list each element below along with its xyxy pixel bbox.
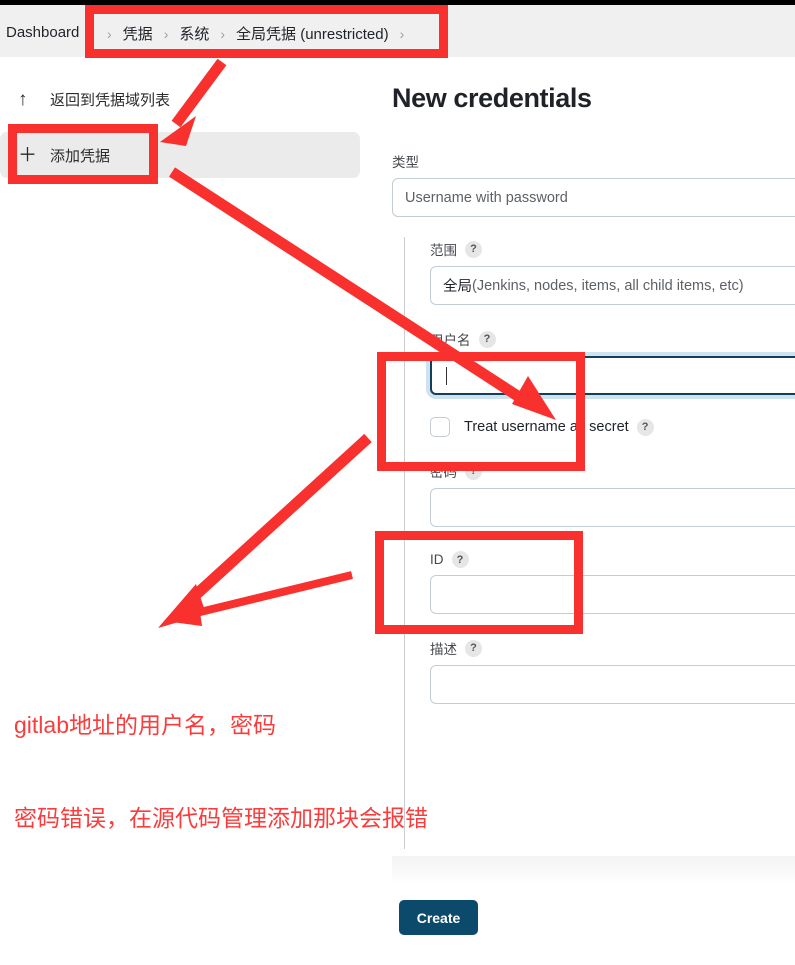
username-field: 用户名 ? — [430, 329, 795, 395]
password-label-text: 密码 — [430, 465, 457, 480]
breadcrumb-item-global-credentials[interactable]: 全局凭据 (unrestricted) — [236, 23, 389, 44]
breadcrumb: › 凭据 › 系统 › 全局凭据 (unrestricted) › — [96, 23, 415, 44]
type-label-text: 类型 — [392, 155, 419, 170]
username-field-label: 用户名 ? — [430, 329, 795, 349]
scope-field: 范围 ? 全局 (Jenkins, nodes, items, all chil… — [430, 239, 795, 305]
scope-field-label: 范围 ? — [430, 239, 795, 259]
help-icon[interactable]: ? — [465, 639, 482, 657]
scope-value-rest: (Jenkins, nodes, items, all child items,… — [472, 277, 744, 294]
credential-type-value: Username with password — [405, 189, 568, 206]
help-icon[interactable]: ? — [636, 418, 654, 436]
plus-icon: ＋ — [18, 144, 38, 166]
credential-details-group: 范围 ? 全局 (Jenkins, nodes, items, all chil… — [404, 237, 795, 849]
sidebar: ↑ 返回到凭据域列表 ＋ 添加凭据 — [0, 70, 360, 178]
breadcrumb-dashboard[interactable]: Dashboard — [6, 24, 79, 41]
breadcrumb-separator-icon: › — [107, 25, 112, 42]
username-input[interactable] — [430, 356, 795, 395]
type-field-label: 类型 — [392, 151, 795, 171]
text-caret — [446, 366, 447, 385]
page-title: New credentials — [392, 83, 592, 113]
sidebar-item-label: 返回到凭据域列表 — [50, 91, 171, 109]
sidebar-item-label: 添加凭据 — [50, 147, 111, 165]
treat-username-as-secret-checkbox[interactable] — [430, 417, 450, 437]
up-arrow-icon: ↑ — [18, 88, 28, 110]
id-field-label: ID ? — [430, 551, 795, 568]
breadcrumb-separator-icon: › — [220, 25, 226, 42]
form-footer-gradient — [392, 856, 795, 883]
password-input[interactable] — [430, 488, 795, 527]
description-label-text: 描述 — [430, 642, 457, 657]
id-input[interactable] — [430, 575, 795, 614]
help-icon[interactable]: ? — [478, 330, 496, 348]
main-content: New credentials 类型 Username with passwor… — [392, 70, 795, 849]
description-input[interactable] — [430, 665, 795, 704]
annotation-note-line-2: 密码错误，在源代码管理添加那块会报错 — [14, 805, 428, 831]
header-bar: Dashboard › 凭据 › 系统 › 全局凭据 (unrestricted… — [0, 5, 795, 57]
breadcrumb-separator-icon: › — [399, 25, 405, 42]
description-field-label: 描述 ? — [430, 638, 795, 658]
create-button[interactable]: Create — [399, 900, 478, 935]
breadcrumb-item-credentials[interactable]: 凭据 — [123, 23, 153, 44]
sidebar-item-back-to-credential-domains[interactable]: ↑ 返回到凭据域列表 — [0, 76, 360, 122]
username-label-text: 用户名 — [430, 333, 471, 348]
id-label-text: ID — [430, 552, 444, 567]
credential-type-select[interactable]: Username with password — [392, 178, 795, 217]
scope-label-text: 范围 — [430, 243, 457, 258]
annotation-note-line-1: gitlab地址的用户名，密码 — [14, 712, 276, 738]
password-field-label: 密码 ? — [430, 461, 795, 481]
help-icon[interactable]: ? — [465, 462, 482, 480]
page-root: Dashboard › 凭据 › 系统 › 全局凭据 (unrestricted… — [0, 0, 795, 965]
help-icon[interactable]: ? — [465, 240, 482, 258]
sidebar-item-add-credentials[interactable]: ＋ 添加凭据 — [0, 132, 360, 178]
breadcrumb-item-system[interactable]: 系统 — [179, 23, 209, 44]
description-field: 描述 ? — [430, 638, 795, 704]
help-icon[interactable]: ? — [451, 551, 469, 568]
treat-username-as-secret-row[interactable]: Treat username as secret ? — [430, 417, 795, 437]
scope-value-strong: 全局 — [443, 279, 472, 295]
annotation-note: gitlab地址的用户名，密码 密码错误，在源代码管理添加那块会报错 — [14, 648, 428, 896]
password-field: 密码 ? — [430, 461, 795, 527]
id-field: ID ? — [430, 551, 795, 614]
treat-username-as-secret-label: Treat username as secret — [464, 419, 629, 435]
scope-select[interactable]: 全局 (Jenkins, nodes, items, all child ite… — [430, 266, 795, 305]
breadcrumb-separator-icon: › — [163, 25, 169, 42]
annotation-arrow-to-note — [158, 433, 372, 628]
annotation-arrow-password-to-note — [164, 571, 353, 626]
